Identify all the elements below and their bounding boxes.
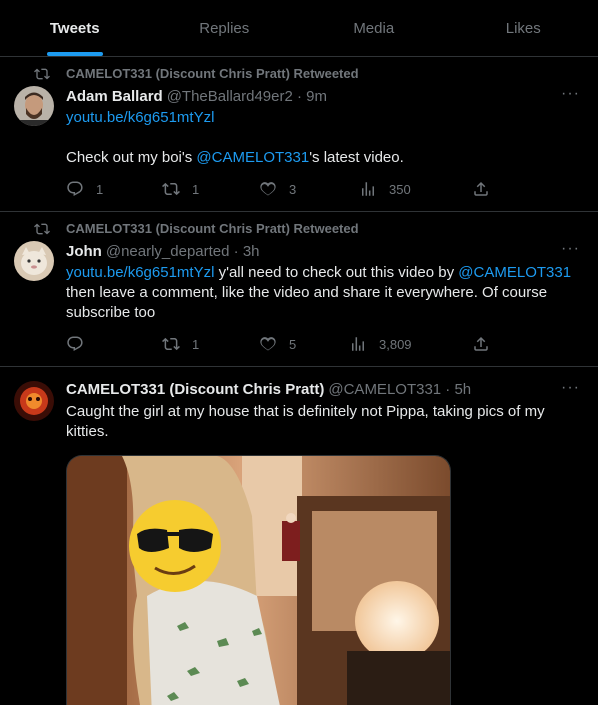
share-icon [474,336,488,351]
tab-replies-label: Replies [199,19,250,37]
views-icon [362,182,374,196]
tweet[interactable]: CAMELOT331 (Discount Chris Pratt) Retwee… [0,212,598,367]
tweet-link[interactable]: youtu.be/k6g651mtYzl [66,109,214,126]
tweet-text: youtu.be/k6g651mtYzl Check out my boi's … [66,108,584,168]
tweet-text-part: 's latest video. [309,149,404,166]
tab-tweets-label: Tweets [49,19,100,37]
share-button[interactable] [472,335,490,353]
tweet-text: Caught the girl at my house that is defi… [66,403,545,440]
avatar[interactable] [14,241,54,281]
mention-link[interactable]: @CAMELOT331 [196,149,309,166]
tab-media[interactable]: Media [299,0,449,56]
share-button[interactable] [472,180,490,198]
more-options-icon[interactable]: ··· [561,379,580,397]
tweet[interactable]: CAMELOT331 (Discount Chris Pratt) @CAMEL… [0,367,598,705]
tab-tweets[interactable]: Tweets [0,0,150,56]
more-options-icon[interactable]: ··· [561,85,580,103]
tweet-actions: 1 1 3 350 [66,180,496,200]
display-name[interactable]: John [66,243,102,260]
retweet-label: CAMELOT331 (Discount Chris Pratt) Retwee… [66,66,359,81]
tweet-text-part: Check out my boi's [66,149,197,166]
tweet-link[interactable]: youtu.be/k6g651mtYzl [66,264,214,281]
handle-and-time: @TheBallard49er2 · 9m [166,88,328,105]
views-button[interactable]: 3,809 [349,335,412,353]
tweet-photo[interactable] [66,455,451,705]
retweet-button[interactable]: 1 [162,335,199,353]
retweet-context: CAMELOT331 (Discount Chris Pratt) Retwee… [34,221,359,236]
tab-replies[interactable]: Replies [150,0,300,56]
tab-likes-label: Likes [505,19,541,37]
like-button[interactable]: 5 [259,335,296,353]
retweet-button[interactable]: 1 [162,180,199,198]
mention-link[interactable]: @CAMELOT331 [458,264,571,281]
reply-button[interactable] [66,335,96,353]
tweet-header: Adam Ballard @TheBallard49er2 · 9m [66,88,327,105]
handle-and-time: @nearly_departed · 3h [105,243,260,260]
retweet-count: 1 [192,336,200,352]
display-name[interactable]: Adam Ballard [66,88,163,105]
tab-likes[interactable]: Likes [449,0,598,56]
heart-icon [260,337,276,351]
reply-button[interactable]: 1 [66,180,103,198]
avatar[interactable] [14,381,54,421]
like-count: 5 [289,336,297,352]
retweet-count: 1 [192,181,200,197]
view-count: 350 [389,181,411,197]
handle-and-time: @CAMELOT331 · 5h [328,381,472,398]
more-options-icon[interactable]: ··· [561,240,580,258]
share-icon [474,181,488,196]
avatar[interactable] [14,86,54,126]
like-button[interactable]: 3 [259,180,296,198]
retweet-icon [162,182,180,196]
view-count: 3,809 [379,336,412,352]
tab-media-label: Media [353,19,395,37]
retweet-icon [162,337,180,351]
views-button[interactable]: 350 [359,180,411,198]
tweet-actions: 1 5 3,809 [66,335,496,355]
retweet-icon [34,223,50,235]
tweet-text-part: then leave a comment, like the video and… [66,284,548,321]
display-name[interactable]: CAMELOT331 (Discount Chris Pratt) [66,381,324,398]
tweet-text: youtu.be/k6g651mtYzl y'all need to check… [66,263,584,323]
tweet[interactable]: CAMELOT331 (Discount Chris Pratt) Retwee… [0,57,598,212]
retweet-label: CAMELOT331 (Discount Chris Pratt) Retwee… [66,221,359,236]
profile-tabs: Tweets Replies Media Likes [0,0,598,57]
tweet-header: John @nearly_departed · 3h [66,243,260,260]
reply-count: 1 [96,181,104,197]
tweet-text-part: y'all need to check out this video by [214,264,459,281]
views-icon [352,337,364,351]
active-tab-indicator [46,52,103,56]
retweet-context: CAMELOT331 (Discount Chris Pratt) Retwee… [34,66,359,81]
tweet-header: CAMELOT331 (Discount Chris Pratt) @CAMEL… [66,381,471,398]
reply-icon [67,336,83,352]
heart-icon [260,182,276,196]
retweet-icon [34,68,50,80]
like-count: 3 [289,181,297,197]
reply-icon [67,181,83,197]
